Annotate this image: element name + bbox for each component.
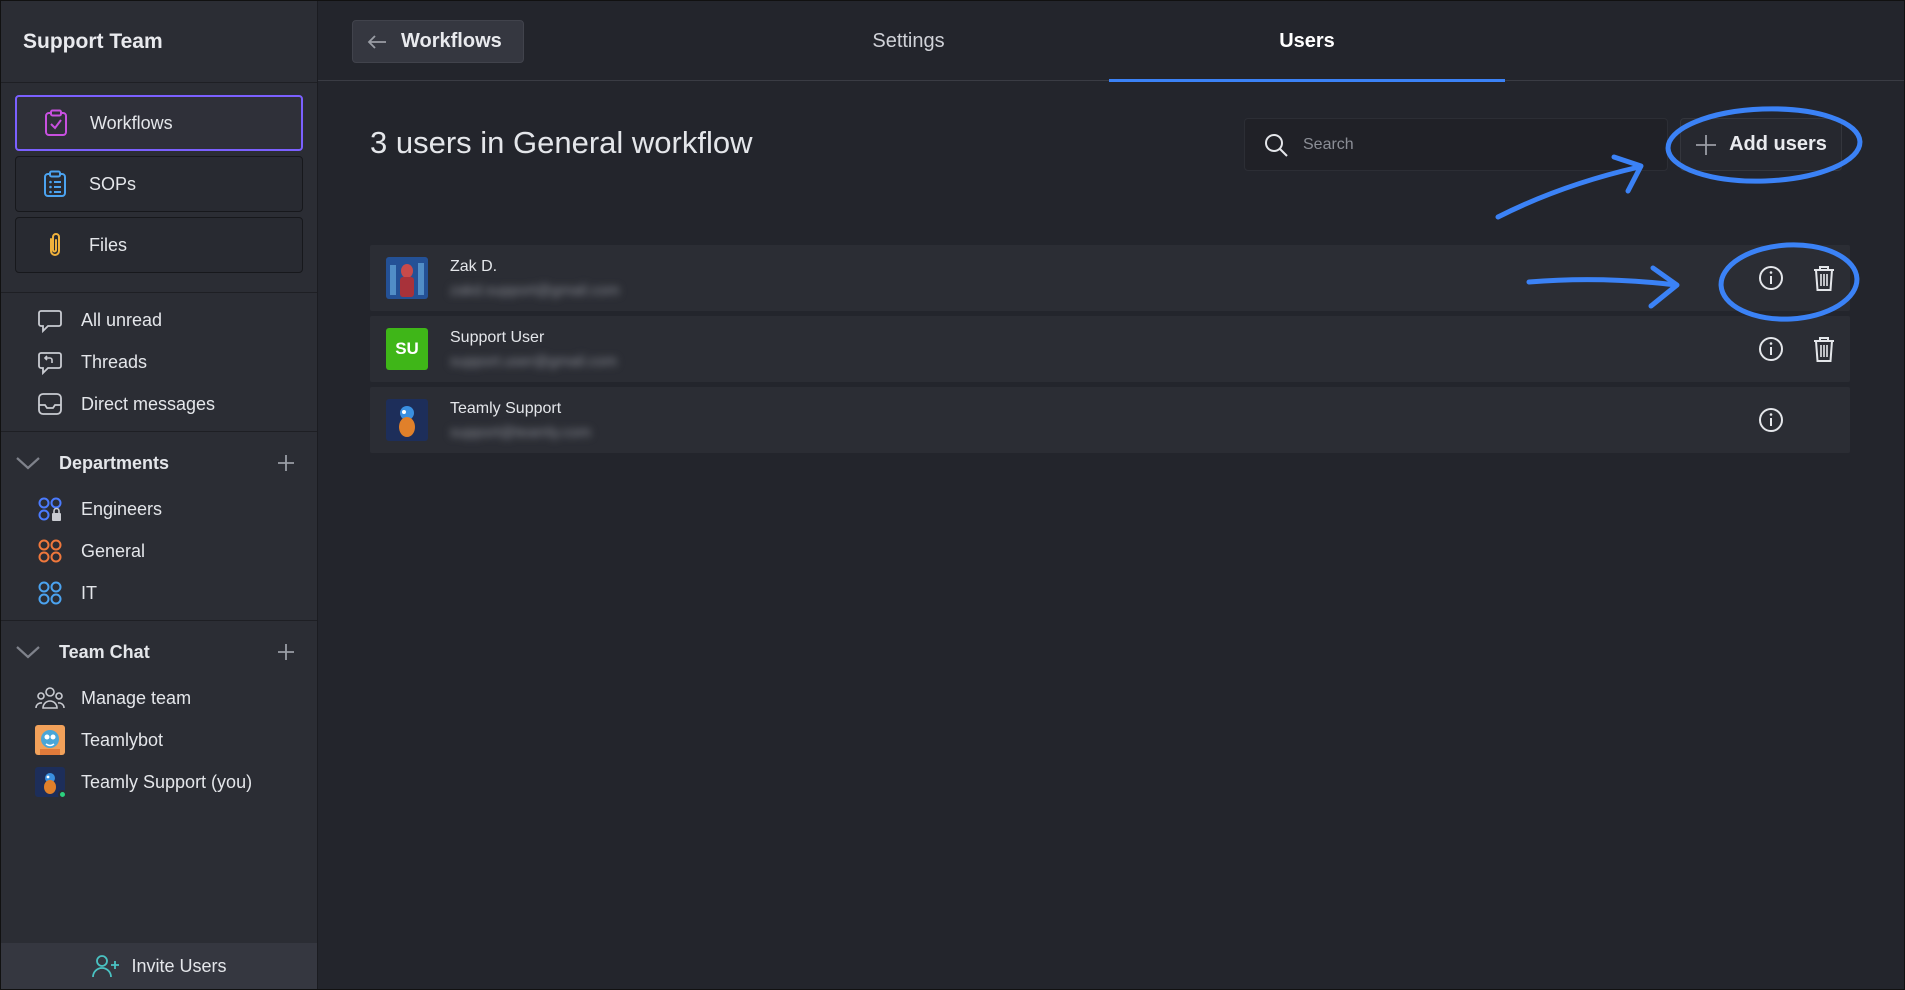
team-chat-label: Teamlybot	[81, 729, 164, 750]
info-icon[interactable]	[1755, 262, 1787, 294]
teamly-support-avatar	[35, 767, 67, 799]
add-department-icon[interactable]	[275, 452, 297, 474]
user-name: Support User	[450, 328, 545, 346]
group-icon	[35, 578, 65, 608]
clipboard-check-icon	[43, 109, 69, 137]
user-info: Teamly Support support@teamly.com	[450, 400, 591, 441]
user-name: Zak D.	[450, 257, 498, 275]
department-it[interactable]: IT	[1, 572, 317, 614]
sidebar-item-label: Files	[89, 234, 128, 255]
team-chat-header[interactable]: Team Chat	[1, 627, 317, 677]
department-engineers[interactable]: Engineers	[1, 488, 317, 530]
row-actions	[1734, 316, 1840, 382]
department-label: Engineers	[81, 498, 163, 519]
department-general[interactable]: General	[1, 530, 317, 572]
search-icon	[1263, 132, 1289, 158]
topbar: Workflows Settings Users	[318, 1, 1904, 82]
user-info: Support User support.user@gmail.com	[450, 329, 617, 370]
avatar	[386, 399, 428, 441]
user-email: zakd.support@gmail.com	[450, 281, 620, 299]
nav-item-label: All unread	[81, 309, 163, 330]
nav-group: All unread Threads Direct messages	[1, 293, 317, 432]
departments-header[interactable]: Departments	[1, 438, 317, 488]
chat-bubble-icon	[35, 305, 65, 335]
sidebar-item-sops[interactable]: SOPs	[15, 156, 303, 212]
threads-icon	[35, 347, 65, 377]
online-status-dot	[58, 790, 67, 799]
add-users-button[interactable]: Add users	[1680, 118, 1842, 171]
user-info: Zak D. zakd.support@gmail.com	[450, 258, 619, 299]
sidebar: Support Team Workflows SOPs Files All un…	[1, 1, 318, 989]
page-title: 3 users in General workflow	[370, 125, 753, 160]
search-input[interactable]	[1303, 135, 1603, 154]
team-chat-teamly-support[interactable]: Teamly Support (you)	[1, 761, 317, 803]
departments-title: Departments	[59, 452, 170, 473]
avatar-initials: SU	[395, 339, 419, 358]
team-name[interactable]: Support Team	[1, 1, 317, 83]
nav-item-label: Threads	[81, 351, 148, 372]
team-chat-label: Manage team	[81, 687, 192, 708]
team-icon	[35, 683, 65, 713]
user-email: support.user@gmail.com	[450, 352, 617, 370]
tab-settings[interactable]: Settings	[711, 1, 1106, 81]
nav-item-threads[interactable]: Threads	[1, 341, 317, 383]
invite-users-label: Invite Users	[131, 955, 227, 976]
sidebar-item-files[interactable]: Files	[15, 217, 303, 273]
quick-links: Workflows SOPs Files	[1, 83, 317, 293]
user-row[interactable]: Teamly Support support@teamly.com	[370, 387, 1850, 453]
info-icon[interactable]	[1755, 404, 1787, 436]
group-icon	[35, 536, 65, 566]
chevron-down-icon[interactable]	[15, 644, 45, 660]
teamlybot-avatar	[35, 725, 65, 755]
back-to-workflows-button[interactable]: Workflows	[352, 20, 524, 63]
nav-item-direct-messages[interactable]: Direct messages	[1, 383, 317, 425]
plus-icon	[1695, 134, 1717, 156]
row-actions	[1734, 245, 1840, 311]
paperclip-icon	[42, 231, 68, 259]
sidebar-item-label: SOPs	[89, 173, 137, 194]
search-box[interactable]	[1244, 118, 1668, 171]
user-row[interactable]: SU Support User support.user@gmail.com	[370, 316, 1850, 382]
invite-users-button[interactable]: Invite Users	[1, 943, 317, 989]
arrow-left-icon	[367, 34, 387, 50]
group-lock-icon	[35, 494, 65, 524]
add-user-icon	[91, 953, 121, 979]
nav-item-all-unread[interactable]: All unread	[1, 299, 317, 341]
user-name: Teamly Support	[450, 399, 562, 417]
team-chat-label: Teamly Support (you)	[81, 771, 253, 792]
team-chat-teamlybot[interactable]: Teamlybot	[1, 719, 317, 761]
chevron-down-icon[interactable]	[15, 455, 45, 471]
nav-item-label: Direct messages	[81, 393, 216, 414]
row-actions	[1734, 387, 1787, 453]
departments-section: Departments Engineers General IT	[1, 432, 317, 621]
avatar	[386, 257, 428, 299]
trash-icon[interactable]	[1808, 262, 1840, 294]
user-email: support@teamly.com	[450, 423, 591, 441]
app-window: Support Team Workflows SOPs Files All un…	[0, 0, 1905, 990]
team-chat-title: Team Chat	[59, 641, 150, 662]
clipboard-list-icon	[42, 170, 68, 198]
tab-users[interactable]: Users	[1109, 1, 1505, 82]
back-button-label: Workflows	[401, 30, 502, 52]
sidebar-item-workflows[interactable]: Workflows	[15, 95, 303, 151]
trash-icon[interactable]	[1808, 333, 1840, 365]
users-list: Zak D. zakd.support@gmail.com SU Support…	[370, 245, 1850, 458]
sidebar-item-label: Workflows	[90, 112, 173, 133]
main-panel: Workflows Settings Users 3 users in Gene…	[318, 1, 1904, 989]
department-label: IT	[81, 582, 97, 603]
add-users-label: Add users	[1729, 133, 1827, 155]
avatar: SU	[386, 328, 428, 370]
team-chat-manage-team[interactable]: Manage team	[1, 677, 317, 719]
inbox-icon	[35, 389, 65, 419]
team-chat-section: Team Chat Manage team Teamlybot Teamly S…	[1, 621, 317, 809]
info-icon[interactable]	[1755, 333, 1787, 365]
department-label: General	[81, 540, 146, 561]
add-chat-icon[interactable]	[275, 641, 297, 663]
user-row[interactable]: Zak D. zakd.support@gmail.com	[370, 245, 1850, 311]
